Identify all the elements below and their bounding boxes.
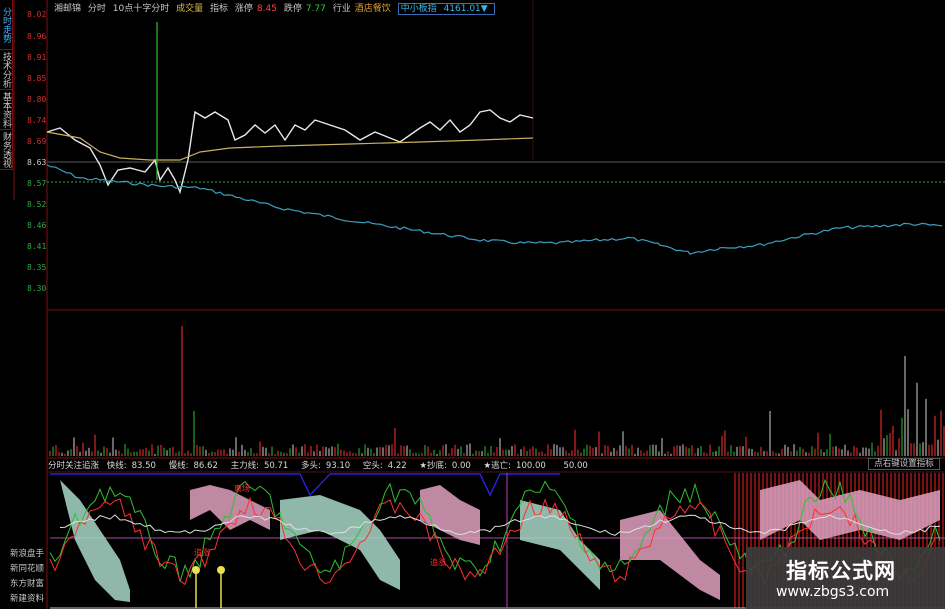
watermark: 指标公式网 www.zbgs3.com <box>746 547 945 609</box>
price-label: 8.30 <box>27 284 47 293</box>
average-line <box>46 131 534 161</box>
price-label: 8.74 <box>27 116 47 125</box>
price-line <box>46 109 534 195</box>
annotation-chase: 追涨 <box>194 548 210 557</box>
indicator-header: 分时关注追涨 快线: 83.50 慢线: 86.62 主力线: 50.71 多头: 93… <box>48 459 598 471</box>
limit-down-label: 跌停 <box>283 4 302 14</box>
limit-down-value: 7.77 <box>305 4 326 14</box>
board-index-badge[interactable]: 中小板指 4161.01▼ <box>397 3 495 15</box>
indicator-item: 快线: 83.50 <box>106 461 156 471</box>
annotation-chase: 追涨 <box>430 558 446 567</box>
price-label: 8.46 <box>27 221 47 230</box>
period-label[interactable]: 分时 <box>88 4 106 14</box>
annotation-exit: 离场 <box>234 484 250 493</box>
board-value: 4161.01▼ <box>443 4 488 14</box>
indicator-item: ★抄底: 0.00 <box>419 461 471 471</box>
indicator-item: 空头: 4.22 <box>362 461 407 471</box>
bottom-tab-newinfo[interactable]: 新建资料 <box>10 592 44 604</box>
cloud-band <box>620 510 720 600</box>
price-label: 8.52 <box>27 200 47 209</box>
price-label: 8.63 <box>27 158 47 167</box>
price-label: 8.35 <box>27 263 47 272</box>
watermark-url: www.zbgs3.com <box>776 584 890 600</box>
cloud-band <box>280 495 400 590</box>
volume-label[interactable]: 成交量 <box>176 4 203 14</box>
signal-dot <box>217 566 225 574</box>
price-label: 8.96 <box>27 32 47 41</box>
bottom-tab-eastmoney[interactable]: 东方财富 <box>10 577 44 589</box>
formula-label[interactable]: 10点十字分时 <box>113 4 169 14</box>
chart-header: 湘邮锦 分时 10点十字分时 成交量 指标 涨停 8.45 跌停 7.77 行业 酒店… <box>54 1 499 15</box>
cloud-band <box>60 480 130 602</box>
price-label: 8.41 <box>27 242 47 251</box>
indicator-item: 50.00 <box>563 461 588 471</box>
bottom-tab-sina[interactable]: 新浪盘手 <box>10 547 44 559</box>
limit-up-value: 8.45 <box>256 4 277 14</box>
chart-canvas <box>13 0 945 609</box>
stock-terminal: 分时走势 技术分析 基本资料 财务透视 8.02 8.96 8.91 8.85 … <box>0 0 945 609</box>
indicator-setting-button[interactable]: 点右键设置指标 <box>868 458 940 470</box>
bottom-tab-ths[interactable]: 新同花顺 <box>10 562 44 574</box>
index-label[interactable]: 指标 <box>210 4 228 14</box>
index-line <box>46 164 943 255</box>
indicator-item: 慢线: 86.62 <box>168 461 218 471</box>
industry-label: 行业 <box>332 4 351 14</box>
stock-name[interactable]: 湘邮锦 <box>54 4 81 14</box>
price-label: 8.80 <box>27 95 47 104</box>
indicator-item: 主力线: 50.71 <box>230 461 289 471</box>
watermark-title: 指标公式网 <box>786 559 896 583</box>
cloud-band <box>520 500 600 590</box>
price-label: 8.02 <box>27 10 47 19</box>
limit-up-label: 涨停 <box>234 4 253 14</box>
price-label: 8.69 <box>27 137 47 146</box>
price-label: 8.91 <box>27 53 47 62</box>
indicator-item: 多头: 93.10 <box>300 461 351 471</box>
price-label: 8.57 <box>27 179 47 188</box>
signal-dot <box>192 566 200 574</box>
price-label: 8.85 <box>27 74 47 83</box>
indicator-title[interactable]: 分时关注追涨 <box>48 461 99 471</box>
industry-value[interactable]: 酒店餐饮 <box>355 4 391 14</box>
indicator-item: ★逃亡: 100.00 <box>483 461 546 471</box>
indicator-top-line <box>50 473 560 497</box>
board-name: 中小板指 <box>400 4 437 14</box>
